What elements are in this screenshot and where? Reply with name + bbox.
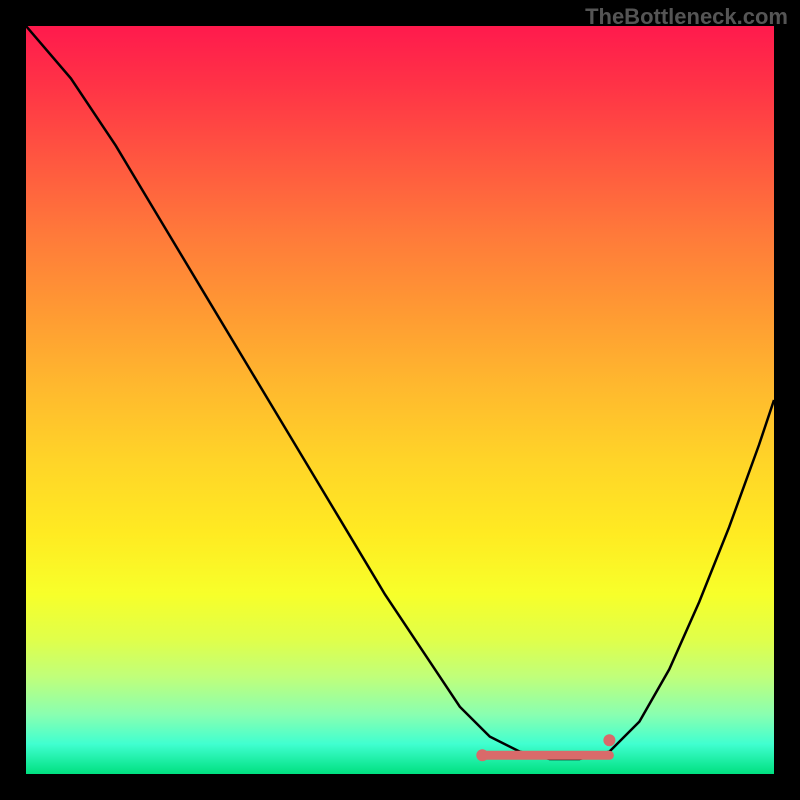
watermark-text: TheBottleneck.com [585,4,788,30]
chart-container [26,26,774,774]
bottleneck-curve-path [26,26,774,759]
flat-region-end-dot [603,734,615,746]
curve-svg [26,26,774,774]
flat-region-start-dot [476,749,488,761]
